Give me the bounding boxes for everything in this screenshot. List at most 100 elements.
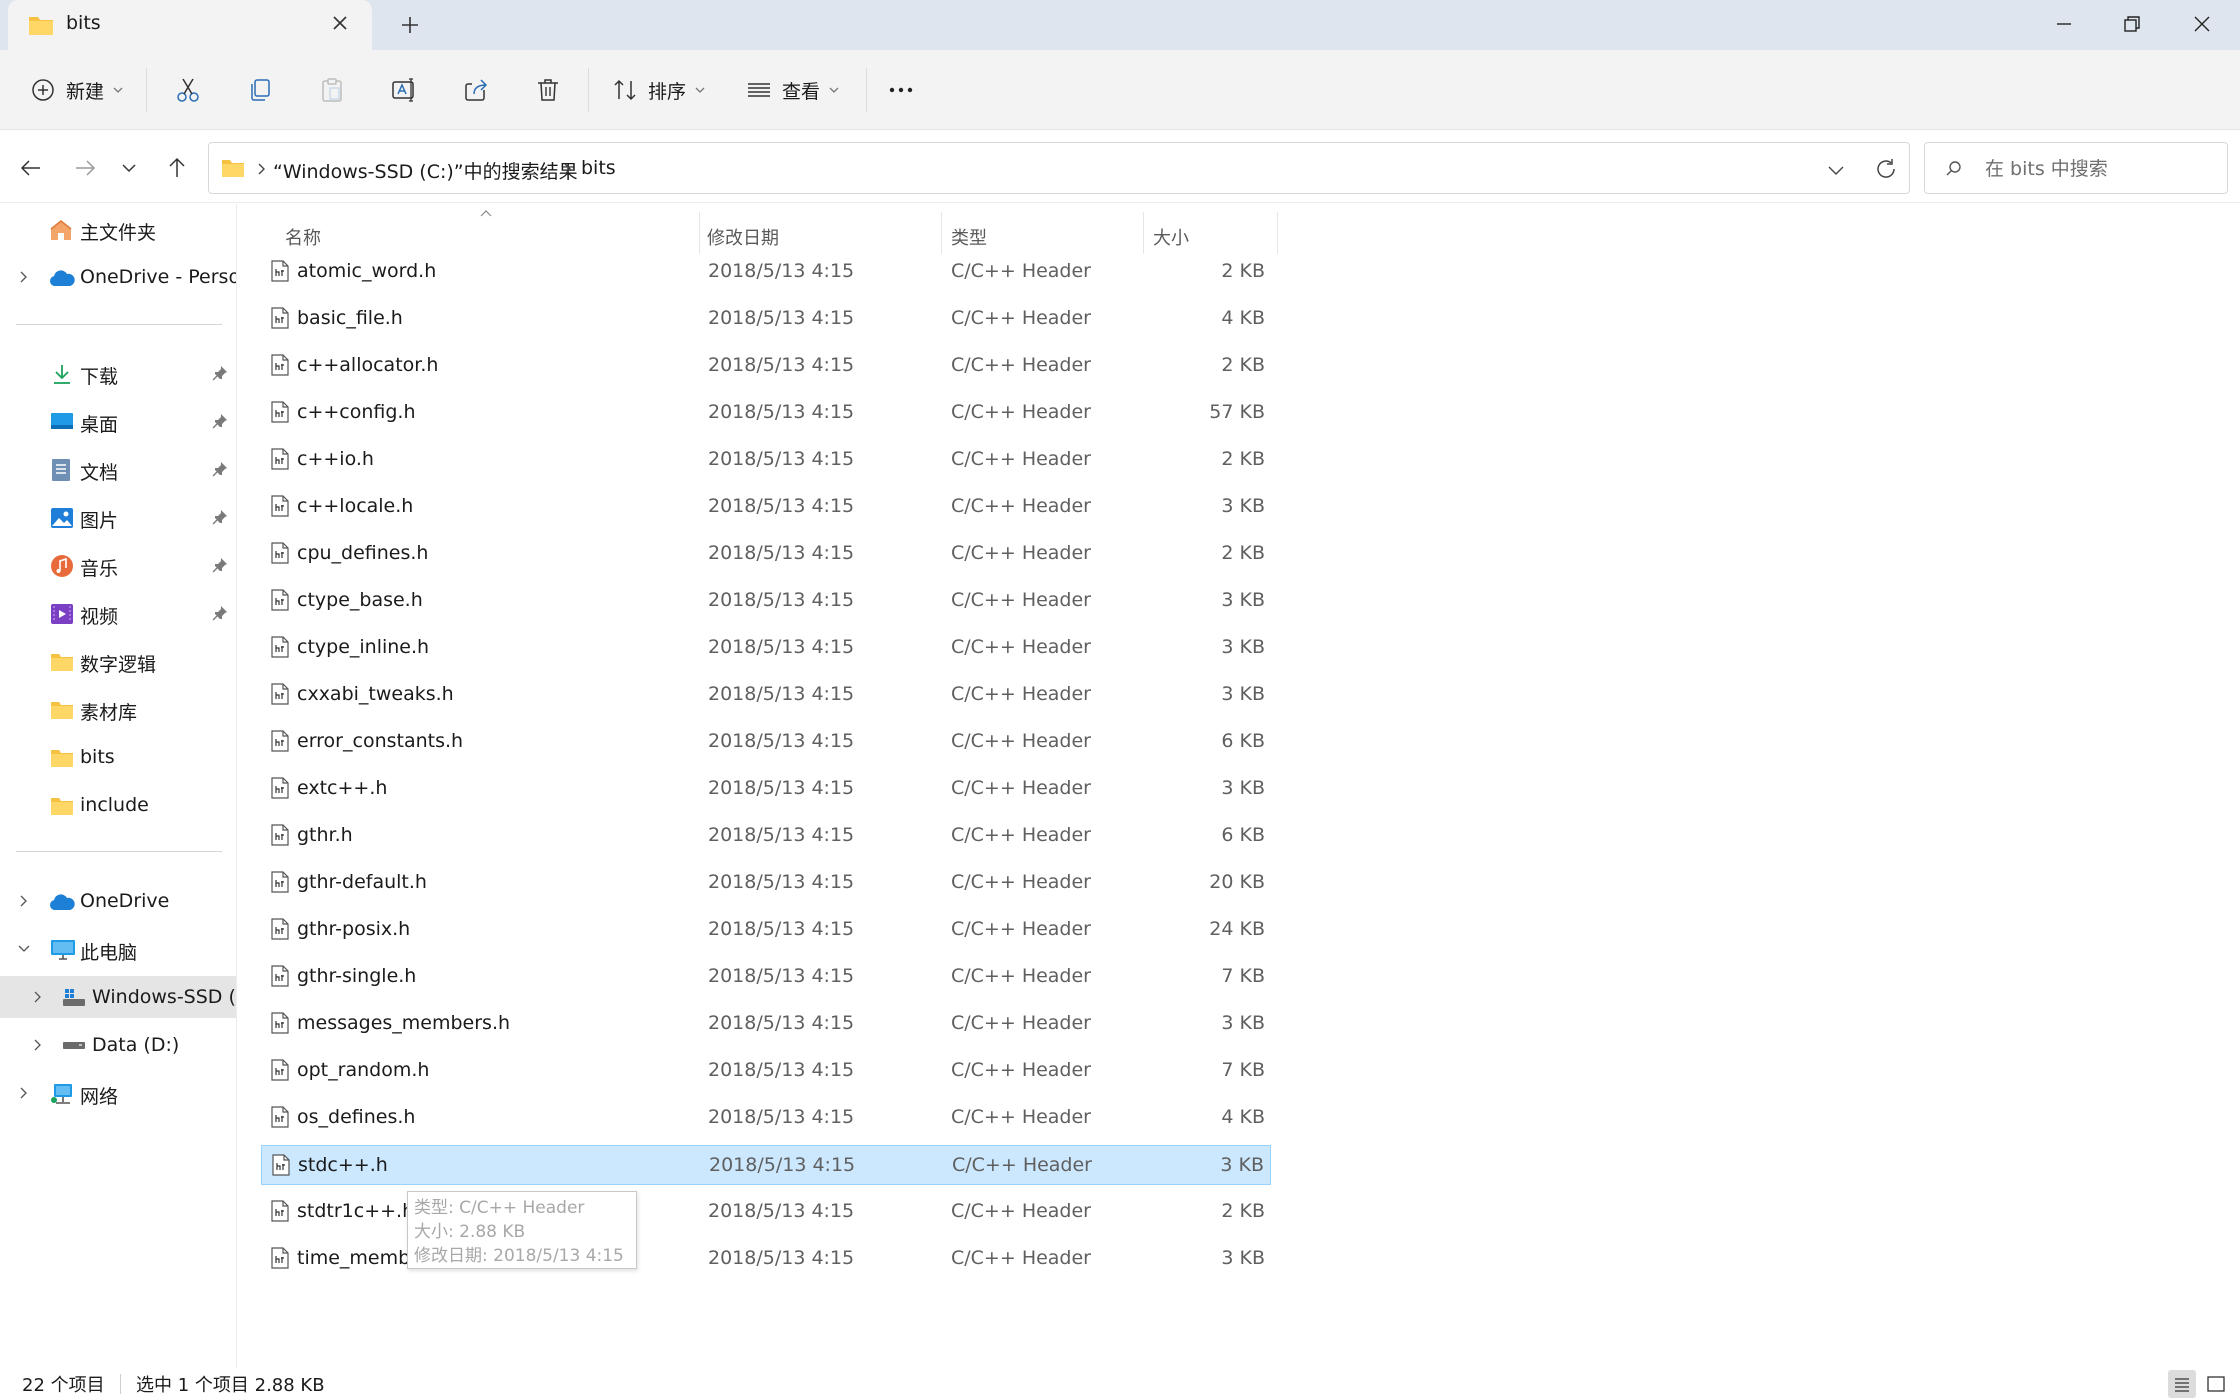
nav-item-this-pc[interactable]: 此电脑: [0, 928, 236, 970]
up-arrow-icon[interactable]: [164, 155, 190, 181]
pin-icon[interactable]: [212, 509, 228, 525]
chevron-right-icon[interactable]: [16, 1085, 32, 1101]
search-box[interactable]: [1924, 142, 2228, 194]
sort-button[interactable]: 排序: [612, 50, 706, 130]
minimize-icon[interactable]: [2050, 10, 2078, 38]
nav-item-drive-c[interactable]: Windows-SSD (C: [0, 976, 236, 1018]
nav-item-onedrive-personal[interactable]: OneDrive - Persor: [0, 256, 236, 298]
file-row[interactable]: ctype_inline.h 2018/5/13 4:15 C/C++ Header…: [261, 628, 1271, 668]
breadcrumb-chevron-icon[interactable]: [561, 159, 575, 179]
nav-item-folder-include[interactable]: include: [0, 784, 236, 826]
file-row[interactable]: os_defines.h 2018/5/13 4:15 C/C++ Header 4 …: [261, 1098, 1271, 1138]
file-row[interactable]: ctype_base.h 2018/5/13 4:15 C/C++ Header 3 …: [261, 581, 1271, 621]
search-input[interactable]: [1983, 155, 2213, 183]
delete-button[interactable]: [534, 50, 562, 130]
file-row[interactable]: basic_file.h 2018/5/13 4:15 C/C++ Header 4 …: [261, 299, 1271, 339]
more-options-button[interactable]: [886, 50, 916, 130]
nav-item-documents[interactable]: 文档: [0, 448, 236, 490]
file-row[interactable]: extc++.h 2018/5/13 4:15 C/C++ Header 3 KB: [261, 769, 1271, 809]
pin-icon[interactable]: [212, 461, 228, 477]
file-size: 20 KB: [1209, 871, 1265, 893]
restore-icon[interactable]: [2118, 10, 2146, 38]
tab-bits[interactable]: bits: [8, 0, 372, 50]
chevron-right-icon[interactable]: [16, 893, 32, 909]
nav-item-videos[interactable]: 视频: [0, 592, 236, 634]
pin-icon[interactable]: [212, 557, 228, 573]
nav-item-network[interactable]: 网络: [0, 1072, 236, 1114]
file-row[interactable]: cpu_defines.h 2018/5/13 4:15 C/C++ Header 2…: [261, 534, 1271, 574]
file-row[interactable]: opt_random.h 2018/5/13 4:15 C/C++ Header 7 …: [261, 1051, 1271, 1091]
cut-button[interactable]: [174, 50, 202, 130]
nav-item-desktop[interactable]: 桌面: [0, 400, 236, 442]
chevron-right-icon[interactable]: [30, 1037, 46, 1053]
nav-item-pictures[interactable]: 图片: [0, 496, 236, 538]
share-button[interactable]: [462, 50, 490, 130]
recent-locations-chevron-icon[interactable]: [118, 157, 140, 179]
address-history-chevron-icon[interactable]: [1825, 159, 1847, 181]
breadcrumb-chevron-icon[interactable]: [255, 159, 269, 179]
file-row[interactable]: gthr-posix.h 2018/5/13 4:15 C/C++ Header 24…: [261, 910, 1271, 950]
nav-item-downloads[interactable]: 下载: [0, 352, 236, 394]
new-tab-icon[interactable]: [398, 13, 422, 37]
refresh-icon[interactable]: [1873, 156, 1899, 182]
large-icons-view-icon[interactable]: [2202, 1370, 2230, 1398]
nav-item-folder-material[interactable]: 素材库: [0, 688, 236, 730]
file-row[interactable]: cxxabi_tweaks.h 2018/5/13 4:15 C/C++ Heade…: [261, 675, 1271, 715]
file-row[interactable]: c++config.h 2018/5/13 4:15 C/C++ Header 57 …: [261, 393, 1271, 433]
file-row[interactable]: gthr-single.h 2018/5/13 4:15 C/C++ Header 7…: [261, 957, 1271, 997]
header-file-icon: [271, 401, 289, 423]
file-row[interactable]: messages_members.h 2018/5/13 4:15 C/C++ He…: [261, 1004, 1271, 1044]
close-tab-icon[interactable]: [330, 13, 350, 33]
view-button[interactable]: 查看: [746, 50, 840, 130]
nav-label: Data (D:): [92, 1034, 180, 1056]
header-file-icon: [272, 1154, 290, 1176]
nav-item-folder-bits[interactable]: bits: [0, 736, 236, 778]
close-window-icon[interactable]: [2188, 10, 2216, 38]
view-label: 查看: [782, 80, 821, 103]
column-divider[interactable]: [1143, 212, 1144, 254]
column-divider[interactable]: [699, 212, 700, 254]
nav-label: bits: [80, 746, 115, 768]
nav-divider: [16, 324, 222, 325]
chevron-right-icon[interactable]: [30, 989, 46, 1005]
paste-button[interactable]: [318, 50, 346, 130]
file-row[interactable]: c++locale.h 2018/5/13 4:15 C/C++ Header 3 K…: [261, 487, 1271, 527]
column-divider[interactable]: [941, 212, 942, 254]
file-name: stdtr1c++.h: [297, 1200, 415, 1222]
breadcrumb-current[interactable]: bits: [581, 157, 616, 179]
nav-item-folder-digital-logic[interactable]: 数字逻辑: [0, 640, 236, 682]
pin-icon[interactable]: [212, 413, 228, 429]
column-header-date[interactable]: 修改日期: [707, 214, 779, 256]
pin-icon[interactable]: [212, 365, 228, 381]
breadcrumb-search-results[interactable]: “Windows-SSD (C:)”中的搜索结果: [273, 157, 578, 184]
forward-arrow-icon[interactable]: [72, 155, 98, 181]
file-row[interactable]: atomic_word.h 2018/5/13 4:15 C/C++ Header 2…: [261, 252, 1271, 292]
column-header-type[interactable]: 类型: [951, 214, 987, 256]
file-row[interactable]: c++allocator.h 2018/5/13 4:15 C/C++ Header…: [261, 346, 1271, 386]
chevron-right-icon[interactable]: [16, 269, 32, 285]
nav-item-onedrive[interactable]: OneDrive: [0, 880, 236, 922]
header-file-icon: [271, 542, 289, 564]
file-date: 2018/5/13 4:15: [708, 495, 855, 517]
file-row[interactable]: stdc++.h 2018/5/13 4:15 C/C++ Header 3 KB: [261, 1145, 1271, 1185]
copy-button[interactable]: [246, 50, 274, 130]
rename-button[interactable]: [390, 50, 418, 130]
column-header-name[interactable]: 名称: [285, 214, 321, 256]
toolbar-divider: [146, 68, 147, 112]
file-row[interactable]: gthr.h 2018/5/13 4:15 C/C++ Header 6 KB: [261, 816, 1271, 856]
back-arrow-icon[interactable]: [18, 155, 44, 181]
file-row[interactable]: gthr-default.h 2018/5/13 4:15 C/C++ Header…: [261, 863, 1271, 903]
column-header-size[interactable]: 大小: [1153, 214, 1189, 256]
address-bar[interactable]: “Windows-SSD (C:)”中的搜索结果 bits: [208, 142, 1910, 194]
file-type: C/C++ Header: [951, 730, 1091, 752]
column-divider[interactable]: [1277, 212, 1278, 254]
nav-item-music[interactable]: 音乐: [0, 544, 236, 586]
chevron-down-icon[interactable]: [16, 941, 32, 957]
nav-item-drive-d[interactable]: Data (D:): [0, 1024, 236, 1066]
file-row[interactable]: c++io.h 2018/5/13 4:15 C/C++ Header 2 KB: [261, 440, 1271, 480]
details-view-icon[interactable]: [2168, 1370, 2196, 1398]
file-row[interactable]: error_constants.h 2018/5/13 4:15 C/C++ Hea…: [261, 722, 1271, 762]
new-button[interactable]: 新建: [30, 50, 124, 130]
nav-item-home[interactable]: 主文件夹: [0, 208, 236, 250]
pin-icon[interactable]: [212, 605, 228, 621]
